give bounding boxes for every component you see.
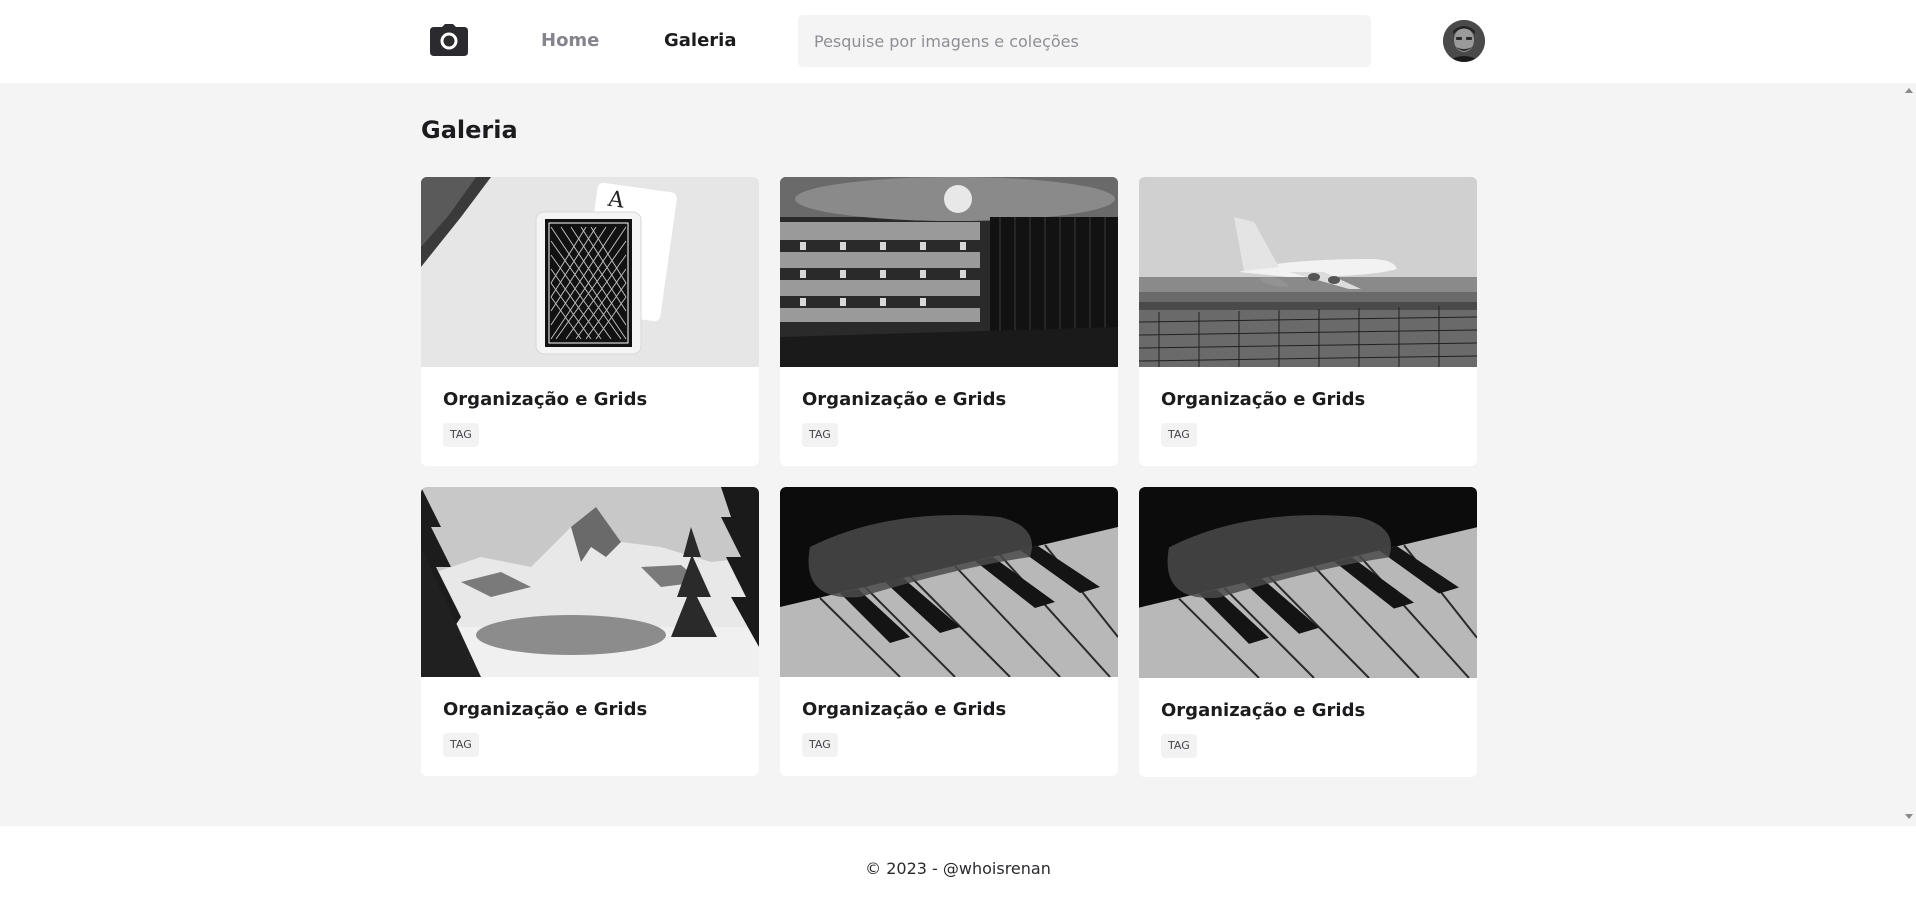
card-tag: TAG — [1161, 423, 1197, 447]
gallery-card[interactable]: Organização e Grids TAG — [421, 487, 759, 776]
nav-galeria-link[interactable]: Galeria — [664, 30, 737, 51]
piano-keys-photo — [1139, 487, 1477, 678]
gallery-card[interactable]: Organização e Grids TAG — [780, 177, 1118, 466]
card-tag: TAG — [802, 733, 838, 757]
search-input[interactable] — [798, 15, 1371, 67]
camera-icon[interactable] — [430, 24, 468, 56]
card-title: Organização e Grids — [802, 389, 1007, 410]
user-avatar[interactable] — [1443, 20, 1485, 62]
card-title: Organização e Grids — [443, 699, 648, 720]
page-title: Galeria — [421, 116, 518, 144]
scrollbar-down-arrow[interactable] — [1905, 814, 1913, 819]
card-title: Organização e Grids — [1161, 700, 1366, 721]
footer-copyright: © 2023 - @whoisrenan — [865, 859, 1051, 878]
top-header: Home Galeria — [0, 0, 1916, 83]
nav-home-link[interactable]: Home — [541, 30, 599, 51]
card-title: Organização e Grids — [1161, 389, 1366, 410]
gallery-card[interactable]: Organização e Grids TAG — [1139, 487, 1477, 777]
user-avatar-image — [1443, 20, 1485, 62]
theater-photo — [780, 177, 1118, 367]
scrollbar-up-arrow[interactable] — [1905, 88, 1913, 93]
card-tag: TAG — [443, 423, 479, 447]
gallery-card[interactable]: Organização e Grids TAG — [780, 487, 1118, 776]
mountain-lake-photo — [421, 487, 759, 677]
playing-cards-photo: A — [421, 177, 759, 367]
airplane-photo — [1139, 177, 1477, 367]
piano-keys-photo — [780, 487, 1118, 677]
gallery-card[interactable]: Organização e Grids TAG — [1139, 177, 1477, 466]
card-title: Organização e Grids — [802, 699, 1007, 720]
gallery-card[interactable]: A Organização e Grids TAG — [421, 177, 759, 466]
card-tag: TAG — [443, 733, 479, 757]
card-tag: TAG — [1161, 734, 1197, 758]
card-title: Organização e Grids — [443, 389, 648, 410]
card-tag: TAG — [802, 423, 838, 447]
page-footer: © 2023 - @whoisrenan — [0, 826, 1916, 907]
